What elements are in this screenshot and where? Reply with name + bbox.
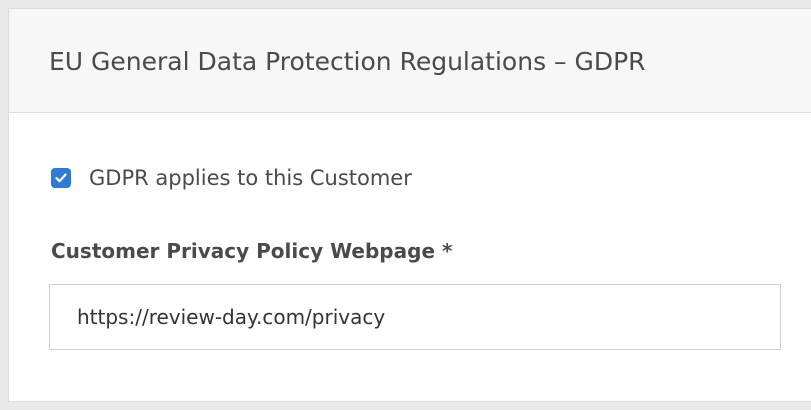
gdpr-applies-checkbox[interactable]	[51, 168, 71, 188]
checkmark-icon	[55, 173, 67, 183]
privacy-policy-label: Customer Privacy Policy Webpage *	[51, 239, 453, 263]
gdpr-applies-row[interactable]: GDPR applies to this Customer	[51, 166, 412, 190]
privacy-policy-input[interactable]	[49, 284, 781, 350]
panel-header: EU General Data Protection Regulations –…	[9, 9, 811, 113]
panel-title: EU General Data Protection Regulations –…	[49, 47, 646, 76]
gdpr-panel: EU General Data Protection Regulations –…	[8, 8, 811, 402]
gdpr-applies-label[interactable]: GDPR applies to this Customer	[89, 166, 412, 190]
